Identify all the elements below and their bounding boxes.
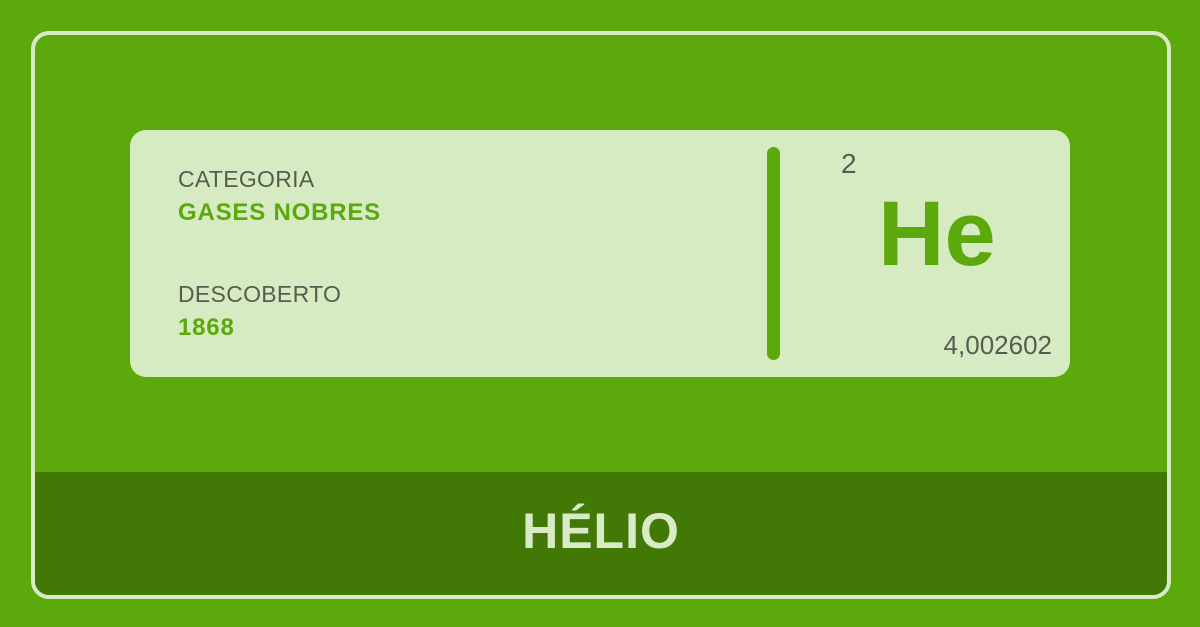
category-value: GASES NOBRES xyxy=(178,199,381,226)
element-frame: CATEGORIA GASES NOBRES DESCOBERTO 1868 2… xyxy=(31,31,1171,599)
atomic-mass: 4,002602 xyxy=(943,330,1052,360)
discovered-label: DESCOBERTO xyxy=(178,281,342,307)
element-card: CATEGORIA GASES NOBRES DESCOBERTO 1868 2… xyxy=(130,130,1070,377)
atomic-number: 2 xyxy=(841,148,857,179)
name-banner: HÉLIO xyxy=(35,472,1167,595)
category-label: CATEGORIA xyxy=(178,166,315,192)
element-name: HÉLIO xyxy=(522,503,680,559)
element-symbol: He xyxy=(878,183,996,285)
discovered-value: 1868 xyxy=(178,314,235,341)
vertical-divider xyxy=(767,147,780,360)
